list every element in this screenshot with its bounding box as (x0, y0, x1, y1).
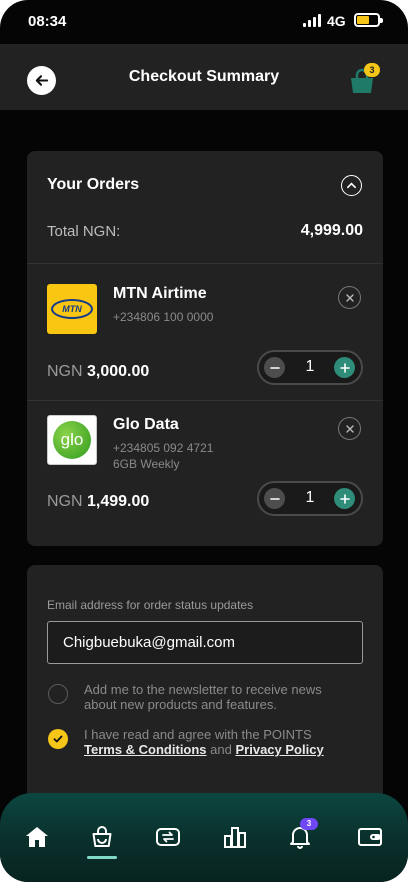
nav-home[interactable] (23, 823, 51, 851)
item-price: NGN 1,499.00 (47, 493, 149, 511)
close-icon (345, 293, 354, 302)
exchange-icon (156, 828, 180, 846)
email-card: Email address for order status updates A… (27, 565, 383, 800)
plus-icon (339, 493, 350, 504)
quantity-stepper: 1 (257, 481, 363, 516)
cart-button[interactable]: 3 (348, 63, 382, 96)
price-amount: 3,000.00 (87, 363, 150, 380)
terms-and: and (210, 742, 232, 757)
price-currency: NGN (47, 363, 83, 380)
signal-icon (303, 14, 323, 27)
item-name: Glo Data (113, 416, 179, 433)
item-phone: +234805 092 4721 (113, 441, 214, 455)
increase-quantity-button[interactable] (334, 357, 355, 378)
decrease-quantity-button[interactable] (264, 488, 285, 509)
terms-checkbox[interactable] (48, 729, 68, 749)
chevron-up-icon (347, 182, 356, 189)
nav-notifications[interactable]: 3 (286, 818, 318, 851)
check-icon (53, 735, 63, 743)
newsletter-text: Add me to the newsletter to receive news… (84, 682, 322, 712)
nav-stats[interactable] (221, 823, 249, 851)
quantity-stepper: 1 (257, 350, 363, 385)
item-plan: 6GB Weekly (113, 457, 180, 471)
glo-logo-text: glo (60, 430, 84, 449)
email-field[interactable] (47, 621, 363, 664)
terms-prefix: I have read and agree with the POINTS (84, 727, 312, 742)
price-amount: 1,499.00 (87, 493, 150, 510)
notification-count-badge: 3 (300, 818, 318, 830)
app-header: Checkout Summary 3 (0, 44, 408, 110)
quantity-value: 1 (305, 489, 315, 506)
minus-icon (269, 366, 280, 369)
nav-wallet[interactable] (356, 823, 384, 851)
orders-title: Your Orders (47, 176, 140, 193)
item-phone: +234806 100 0000 (113, 310, 214, 324)
phone-screen: 08:34 4G Checkout Summary 3 Your Orders (0, 0, 408, 882)
minus-icon (269, 497, 280, 500)
privacy-link[interactable]: Privacy Policy (236, 742, 324, 757)
mtn-logo-text: MTN (62, 304, 82, 314)
email-label: Email address for order status updates (47, 598, 254, 612)
close-icon (345, 424, 354, 433)
total-label: Total NGN: (47, 223, 121, 240)
quantity-value: 1 (305, 358, 315, 375)
collapse-orders-button[interactable] (341, 175, 362, 196)
increase-quantity-button[interactable] (334, 488, 355, 509)
mtn-logo: MTN (47, 284, 97, 334)
item-price: NGN 3,000.00 (47, 363, 149, 381)
network-type: 4G (327, 13, 346, 29)
home-icon (26, 827, 48, 847)
glo-logo: glo (47, 415, 97, 465)
shopping-bag-icon (92, 826, 112, 847)
status-bar: 08:34 4G (0, 0, 408, 44)
decrease-quantity-button[interactable] (264, 357, 285, 378)
terms-link[interactable]: Terms & Conditions (84, 742, 207, 757)
price-currency: NGN (47, 493, 83, 510)
orders-card: Your Orders Total NGN: 4,999.00 MTN MTN … (27, 151, 383, 546)
cart-count-badge: 3 (364, 63, 380, 77)
bottom-nav: 3 (0, 793, 408, 882)
wallet-icon (358, 828, 382, 846)
divider (27, 263, 383, 264)
remove-item-button[interactable] (338, 286, 361, 309)
remove-item-button[interactable] (338, 417, 361, 440)
item-name: MTN Airtime (113, 285, 207, 302)
nav-shop[interactable] (88, 823, 116, 851)
battery-icon (354, 13, 383, 27)
nav-exchange[interactable] (154, 823, 182, 851)
page-title: Checkout Summary (128, 68, 280, 85)
newsletter-checkbox[interactable] (48, 684, 68, 704)
terms-text: I have read and agree with the POINTS Te… (84, 727, 354, 757)
active-tab-indicator (87, 856, 117, 859)
divider (27, 400, 383, 401)
chart-icon (224, 827, 246, 848)
total-value: 4,999.00 (300, 222, 363, 239)
plus-icon (339, 362, 350, 373)
status-time: 08:34 (28, 13, 67, 30)
